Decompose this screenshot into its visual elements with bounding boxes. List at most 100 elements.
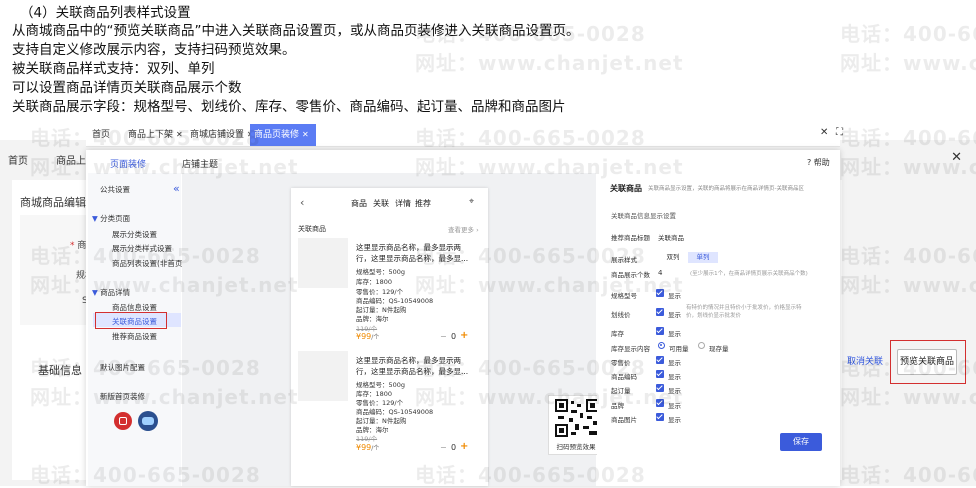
field-label-retail: 零售价	[611, 359, 631, 367]
tree-item-new-home[interactable]: 新版首页装修	[100, 391, 145, 402]
checkbox-spec[interactable]	[656, 289, 664, 297]
checkbox-image[interactable]	[656, 413, 664, 421]
caret-down-icon: ▼	[92, 214, 98, 223]
checkbox-strike[interactable]	[656, 308, 664, 316]
settings-title: 关联商品	[610, 184, 642, 193]
tree-item-cat-style[interactable]: 展示分类样式设置	[112, 243, 172, 254]
radio-available[interactable]	[658, 342, 665, 349]
doc-line-5: 关联商品展示字段：规格型号、划线价、库存、零售价、商品编码、起订量、品牌和商品图…	[12, 99, 566, 115]
product-name-line2: 行，这里显示商品名称，最多显...	[356, 254, 469, 263]
caret-down-icon: ▼	[92, 288, 98, 297]
cancel-link-button[interactable]: 取消关联	[835, 350, 883, 374]
close-icon[interactable]: ✕	[820, 127, 828, 138]
checkbox-text: 显示	[668, 416, 681, 424]
tab-shop-theme[interactable]: 店铺主题	[182, 157, 218, 170]
product-spec: 规格型号：500g	[356, 268, 406, 276]
count-hint: (至少展示1个，在商品详情页展示关联商品个数)	[690, 271, 808, 277]
phone-more-link[interactable]: 查看更多 ›	[448, 224, 479, 234]
checkbox-moq[interactable]	[656, 384, 664, 392]
tree-item-recommend[interactable]: 推荐商品设置	[112, 331, 157, 342]
doc-line-4: 可以设置商品详情页关联商品展示个数	[12, 80, 242, 96]
save-button[interactable]: 保存	[780, 433, 822, 451]
doc-line-1: 从商城商品中的“预览关联商品”中进入关联商品设置页，或从商品页装修进入关联商品设…	[12, 23, 580, 39]
field-label-image: 商品图片	[611, 416, 637, 424]
tree-item-public[interactable]: 公共设置	[100, 184, 130, 195]
checkbox-retail[interactable]	[656, 356, 664, 364]
minus-icon[interactable]: −	[440, 332, 447, 341]
stock-display-label: 库存显示内容	[611, 345, 650, 353]
plus-icon[interactable]: +	[460, 330, 468, 341]
preview-related-button[interactable]: 预览关联商品	[897, 349, 957, 375]
count-label: 商品展示个数	[611, 271, 650, 279]
checkbox-stock[interactable]	[656, 327, 664, 335]
field-label-spec: 规格型号	[611, 292, 637, 300]
tree-item-product-detail[interactable]: ▼ 商品详情	[92, 287, 130, 298]
checkbox-brand[interactable]	[656, 399, 664, 407]
basic-info-title: 基础信息	[38, 364, 82, 377]
bg-nav-home[interactable]: 首页	[8, 152, 28, 167]
strike-hint-1: 有特价的情况并且特价小于批发价，价格显示特	[686, 305, 802, 311]
strike-hint-2: 价，划线价显示批发价	[686, 313, 742, 319]
tree-item-default-image[interactable]: 默认图片配置	[100, 362, 145, 373]
collapse-icon[interactable]: «	[173, 182, 180, 195]
product-strike-price: 119/个	[356, 435, 378, 443]
watermark-site: 网址：www.chanjet.net	[415, 51, 684, 75]
radio-onhand-label: 现存量	[709, 345, 729, 353]
checkbox-text: 显示	[668, 373, 681, 381]
checkbox-text: 显示	[668, 402, 681, 410]
plus-icon[interactable]: +	[460, 441, 468, 452]
back-icon[interactable]: ‹	[300, 196, 304, 209]
field-label-code: 商品编码	[611, 373, 637, 381]
tree-item-category[interactable]: ▼ 分类页面	[92, 213, 130, 224]
minus-icon[interactable]: −	[440, 443, 447, 452]
doc-heading: （4）关联商品列表样式设置	[20, 5, 191, 21]
field-label-stock: 库存	[611, 330, 624, 338]
settings-desc: 关联商品显示设置，关联的商品将展示在商品详情页-关联商品区	[648, 186, 804, 192]
tab-product-shelf[interactable]: 商品上下架 ✕	[124, 124, 187, 146]
phone-section-title: 关联商品	[298, 225, 326, 233]
expand-icon[interactable]: ⛶	[836, 127, 843, 138]
tab-close-icon[interactable]: ✕	[176, 130, 183, 139]
tree-item-cat-display[interactable]: 展示分类设置	[112, 229, 157, 240]
checkbox-text: 显示	[668, 311, 681, 319]
tab-close-icon[interactable]: ✕	[302, 130, 309, 139]
checkbox-text: 显示	[668, 359, 681, 367]
tab-shop-settings[interactable]: 商城店铺设置✕	[186, 124, 258, 146]
product-name-line2: 行，这里显示商品名称，最多显...	[356, 367, 469, 376]
recommend-title-label: 推荐商品标题	[611, 234, 650, 242]
phone-nav-item[interactable]: 商品	[351, 198, 367, 209]
checkbox-code[interactable]	[656, 370, 664, 378]
tab-strip: 首页 商品上下架✕ 商城店铺设置✕ 商品页装修✕	[86, 124, 840, 147]
field-label-moq: 起订量	[611, 387, 631, 395]
close-icon[interactable]: ✕	[951, 150, 962, 165]
tab-product-decoration[interactable]: 商品页装修 ✕	[250, 124, 316, 146]
style-label: 展示样式	[611, 256, 637, 264]
service-icon[interactable]	[114, 412, 132, 430]
help-link[interactable]: ? 帮助	[807, 157, 830, 168]
doc-line-2: 支持自定义修改展示内容，支持扫码预览效果。	[12, 42, 296, 58]
product-brand: 品牌：海尔	[356, 315, 389, 323]
phone-nav-item[interactable]: 关联	[373, 198, 389, 209]
phone-nav-item[interactable]: 详情	[395, 198, 411, 209]
phone-nav-item[interactable]: 推荐	[415, 198, 431, 209]
product-stock: 库存：1800	[356, 278, 393, 286]
product-price: ¥99/个	[356, 443, 380, 452]
checkbox-text: 显示	[668, 330, 681, 338]
count-input[interactable]: 4	[658, 269, 662, 277]
style-option-single[interactable]: 单列	[688, 252, 718, 263]
style-option-double[interactable]: 双列	[658, 252, 688, 263]
watermark-phone: 电话：400-665-0028	[840, 22, 976, 46]
radio-onhand[interactable]	[698, 342, 705, 349]
settings-section: 关联商品信息显示设置	[611, 212, 676, 220]
robot-icon[interactable]	[138, 411, 158, 431]
product-name-line1: 这里显示商品名称，最多显示两	[356, 243, 461, 252]
product-name-line1: 这里显示商品名称，最多显示两	[356, 356, 461, 365]
bg-card-title: 商城商品编辑	[20, 196, 86, 209]
tree-item-product-list[interactable]: 商品列表设置(非首页)	[112, 258, 185, 269]
tab-home[interactable]: 首页	[88, 124, 114, 146]
checkbox-text: 显示	[668, 387, 681, 395]
recommend-title-value[interactable]: 关联商品	[658, 232, 684, 242]
qr-label: 扫码预览效果	[556, 443, 596, 451]
product-image	[298, 351, 348, 401]
share-icon[interactable]: ⌖	[469, 197, 474, 207]
